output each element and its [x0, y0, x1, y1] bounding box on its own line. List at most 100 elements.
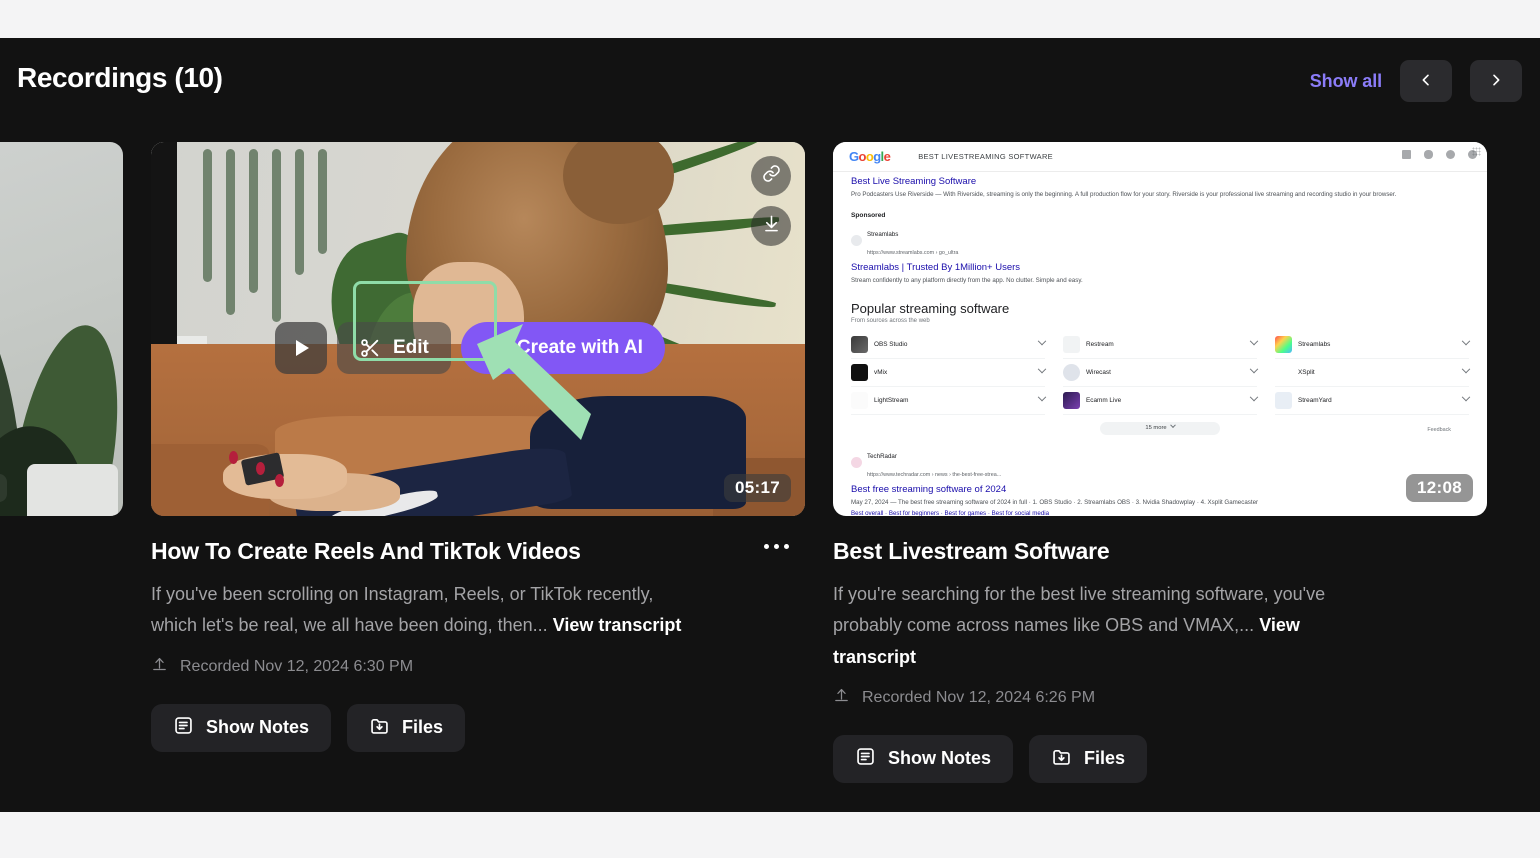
software-item[interactable]: StreamYard: [1275, 387, 1471, 415]
show-notes-button[interactable]: Show Notes: [833, 734, 1014, 783]
recordings-panel: Recordings (10) Show all Edit Create wit…: [0, 38, 1540, 812]
chevron-down-icon: [1249, 337, 1259, 346]
recording-title[interactable]: Best Livestream Software: [833, 538, 1487, 565]
sparkle-icon: [483, 337, 505, 359]
recorded-timestamp: Recorded Nov 12, 2024 6:30 PM: [151, 656, 805, 678]
download-button[interactable]: [751, 206, 791, 246]
recording-description: If you're searching for the best live st…: [833, 579, 1378, 673]
duration-badge: 12:08: [1406, 474, 1473, 502]
source-url: https://www.techradar.com › news › the-b…: [867, 471, 1002, 478]
notes-icon: [855, 746, 876, 772]
software-item[interactable]: XSplit: [1275, 359, 1471, 387]
thumbnail-hover-controls: Edit Create with AI: [275, 322, 665, 374]
chevron-down-icon: [1169, 422, 1176, 429]
software-item[interactable]: Restream: [1063, 331, 1259, 359]
result-description: May 27, 2024 — The best free streaming s…: [851, 498, 1259, 506]
software-item[interactable]: Wirecast: [1063, 359, 1259, 387]
recording-card-partial[interactable]: 04:11: [0, 142, 123, 516]
recordings-carousel[interactable]: 04:11: [0, 142, 1540, 812]
files-label: Files: [1084, 748, 1126, 769]
upload-icon: [833, 687, 850, 709]
carousel-prev-button[interactable]: [1400, 60, 1452, 102]
serp-section-heading: Popular streaming software: [851, 300, 1010, 316]
serp-search-bar: Google BEST LIVESTREAMING SOFTWARE: [833, 142, 1487, 172]
card-actions: Show Notes Files: [833, 734, 1487, 783]
serp-ad-title: Best Live Streaming Software: [851, 176, 977, 187]
recording-card-livestream[interactable]: Google BEST LIVESTREAMING SOFTWARE Best …: [833, 142, 1487, 783]
create-with-ai-label: Create with AI: [516, 337, 643, 358]
duration-badge: 04:11: [0, 474, 8, 502]
play-icon: [296, 340, 309, 356]
upload-icon: [151, 656, 168, 678]
recorded-timestamp: Recorded Nov 12, 2024 6:26 PM: [833, 687, 1487, 709]
files-button[interactable]: Files: [347, 703, 466, 752]
software-item[interactable]: OBS Studio: [851, 331, 1047, 359]
software-item[interactable]: Ecamm Live: [1063, 387, 1259, 415]
software-item[interactable]: vMix: [851, 359, 1047, 387]
show-all-link[interactable]: Show all: [1310, 71, 1382, 92]
source-name: TechRadar: [867, 452, 897, 460]
show-more-software-button[interactable]: 15 more: [1100, 421, 1220, 435]
software-item[interactable]: LightStream: [851, 387, 1047, 415]
apps-grid-icon: [1472, 147, 1481, 156]
result-sitelinks[interactable]: Best overall · Best for beginners · Best…: [851, 509, 1469, 516]
microphone-icon: [1424, 150, 1433, 159]
hanging-plant: [197, 149, 341, 329]
xsplit-icon: [1275, 363, 1292, 381]
chevron-down-icon: [1461, 365, 1471, 374]
serp-sponsored-title: Streamlabs | Trusted By 1Million+ Users: [851, 261, 1021, 273]
video-thumbnail[interactable]: 04:11: [0, 142, 123, 516]
chevron-down-icon: [1249, 365, 1259, 374]
folder-download-icon: [1051, 746, 1072, 772]
result-title[interactable]: Best free streaming software of 2024: [851, 484, 1469, 495]
play-button[interactable]: [275, 322, 327, 374]
show-notes-label: Show Notes: [888, 748, 992, 769]
lens-icon: [1446, 150, 1455, 159]
chevron-down-icon: [1461, 337, 1471, 346]
obs-icon: [851, 335, 868, 353]
carousel-next-button[interactable]: [1470, 60, 1522, 102]
create-with-ai-button[interactable]: Create with AI: [460, 322, 665, 374]
chevron-down-icon: [1037, 365, 1047, 374]
kebab-menu-icon[interactable]: [762, 538, 791, 555]
source-url: https://www.streamlabs.com › go_ultra: [867, 249, 959, 256]
card-actions: Show Notes Files: [151, 703, 805, 752]
files-button[interactable]: Files: [1029, 734, 1148, 783]
favicon: [851, 457, 862, 469]
edit-button[interactable]: Edit: [337, 322, 451, 374]
duration-badge: 05:17: [724, 474, 791, 502]
serp-results: Best Live Streaming Software Pro Podcast…: [833, 172, 1487, 516]
page-title: Recordings (10): [17, 62, 223, 93]
software-item[interactable]: Streamlabs: [1275, 331, 1471, 359]
serp-bar-icons: [1402, 150, 1477, 159]
chevron-left-icon: [1418, 72, 1434, 91]
recorded-label: Recorded Nov 12, 2024 6:26 PM: [862, 688, 1096, 706]
description-text: If you're searching for the best live st…: [833, 584, 1326, 636]
copy-link-button[interactable]: [751, 156, 791, 196]
serp-sponsored-desc: Stream confidently to any platform direc…: [851, 276, 1083, 284]
card-meta: Best Livestream Software If you're searc…: [833, 516, 1487, 783]
chevron-down-icon: [1249, 393, 1259, 402]
serp-ad-description: Pro Podcasters Use Riverside — With Rive…: [851, 191, 1397, 198]
serp-organic-result: TechRadar https://www.techradar.com › ne…: [851, 445, 1469, 516]
video-thumbnail[interactable]: Edit Create with AI 05:17: [151, 142, 805, 516]
lightstream-icon: [851, 391, 868, 409]
header-controls: Show all: [1310, 60, 1522, 102]
view-transcript-link[interactable]: View transcript: [553, 615, 682, 635]
wirecast-icon: [1063, 363, 1080, 381]
chevron-right-icon: [1488, 72, 1504, 91]
thumbnail-image-serp: Google BEST LIVESTREAMING SOFTWARE Best …: [833, 142, 1487, 516]
streamlabs-icon: [1275, 335, 1292, 353]
show-notes-label: Show Notes: [206, 717, 310, 738]
recording-title[interactable]: How To Create Reels And TikTok Videos: [151, 538, 805, 565]
thumbnail-image: [0, 142, 123, 516]
recorded-label: Recorded Nov 12, 2024 6:30 PM: [180, 657, 414, 675]
chevron-down-icon: [1037, 393, 1047, 402]
scissors-icon: [359, 337, 381, 359]
feedback-link[interactable]: Feedback: [1427, 427, 1451, 433]
show-notes-button[interactable]: Show Notes: [151, 703, 332, 752]
video-thumbnail[interactable]: Google BEST LIVESTREAMING SOFTWARE Best …: [833, 142, 1487, 516]
card-meta: How To Create Reels And TikTok Videos If…: [151, 516, 805, 752]
serp-section-sub: From sources across the web: [851, 317, 930, 324]
recording-card-reels[interactable]: Edit Create with AI 05:17 How To Create …: [151, 142, 805, 752]
